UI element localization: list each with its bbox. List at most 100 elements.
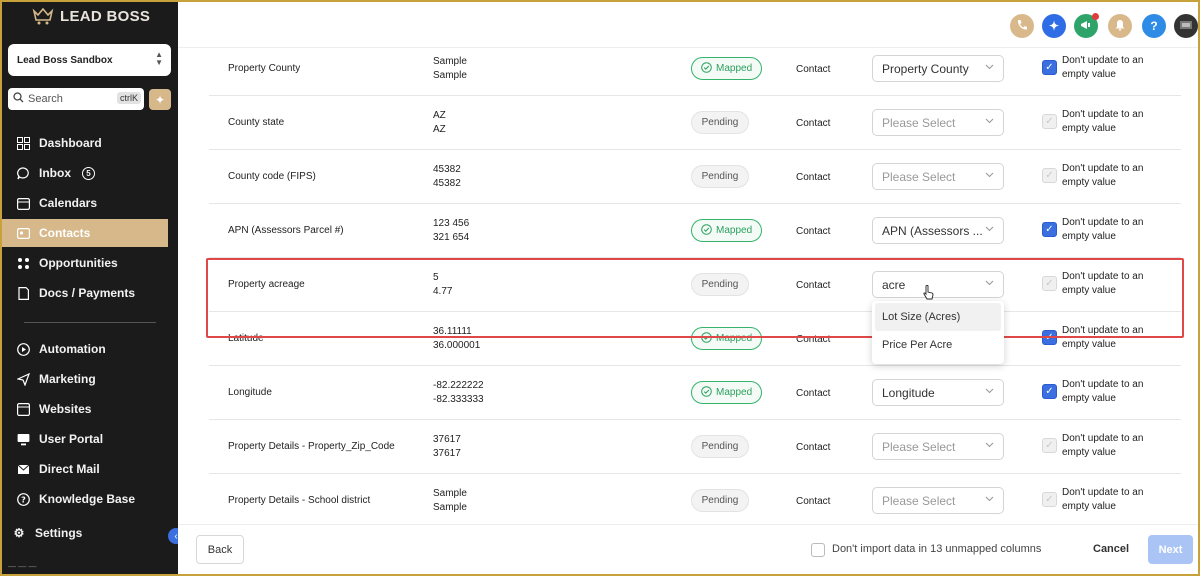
opportunities-icon (16, 256, 30, 270)
sample-values: 5 4.77 (433, 258, 452, 312)
field-select[interactable]: APN (Assessors ... (872, 217, 1004, 244)
skip-unmapped-checkbox[interactable] (811, 543, 825, 557)
nav-item-direct-mail[interactable]: Direct Mail (2, 455, 168, 483)
check-circle-icon (701, 331, 712, 346)
object-type: Contact (796, 279, 831, 291)
search-input[interactable]: Search ctrlK (8, 88, 144, 110)
cancel-button[interactable]: Cancel (1093, 543, 1129, 555)
nav-item-inbox[interactable]: Inbox 5 (2, 159, 168, 187)
app-logo[interactable]: LEAD BOSS (32, 6, 150, 26)
status-badge: Mapped (691, 381, 763, 404)
nav-item-websites[interactable]: Websites (2, 395, 168, 423)
check-icon: ✓ (1045, 440, 1054, 451)
sample-value: 123 456 (433, 218, 470, 229)
dont-update-checkbox[interactable]: ✓ (1042, 384, 1057, 399)
phone-button[interactable] (1010, 14, 1034, 38)
sample-value: Sample (433, 70, 467, 81)
nav-label: Marketing (39, 372, 96, 386)
field-select[interactable]: acre (872, 271, 1004, 298)
nav-item-calendars[interactable]: Calendars (2, 189, 168, 217)
dont-update-checkbox[interactable]: ✓ (1042, 114, 1057, 129)
object-type: Contact (796, 495, 831, 507)
dont-update-label: Don't update to an empty value (1062, 271, 1144, 296)
sample-value: 37617 (433, 448, 461, 459)
search-icon (13, 92, 24, 106)
status-label: Pending (701, 495, 739, 506)
sample-value: 4.77 (433, 286, 453, 297)
crown-cart-icon (32, 7, 54, 25)
dont-update-checkbox[interactable]: ✓ (1042, 330, 1057, 345)
check-circle-icon (701, 385, 712, 400)
nav-item-docs-payments[interactable]: Docs / Payments (2, 279, 168, 307)
sample-values: 45382 45382 (433, 150, 461, 204)
sample-value: AZ (433, 110, 446, 121)
sample-value: -82.333333 (433, 394, 484, 405)
field-select[interactable]: Please Select (872, 433, 1004, 460)
object-type: Contact (796, 117, 831, 129)
dont-update-checkbox[interactable]: ✓ (1042, 438, 1057, 453)
nav-divider (24, 322, 156, 323)
select-value: Longitude (882, 385, 935, 400)
sparkle-icon: ✦ (1048, 19, 1060, 33)
field-select[interactable]: Please Select (872, 487, 1004, 514)
sample-value: Sample (433, 502, 467, 513)
dropdown-option[interactable]: Lot Size (Acres) (875, 303, 1001, 331)
dont-update-checkbox[interactable]: ✓ (1042, 276, 1057, 291)
quick-action-button[interactable]: ✦ (149, 89, 171, 110)
chevron-down-icon (985, 170, 994, 181)
dont-update-checkbox[interactable]: ✓ (1042, 492, 1057, 507)
chevron-down-icon (985, 440, 994, 451)
nav-item-contacts[interactable]: Contacts (2, 219, 168, 247)
status-badge: Pending (691, 165, 749, 188)
chevron-down-icon (985, 62, 994, 73)
sidebar-footer-mark: — — — (8, 562, 37, 571)
nav-label: Automation (39, 342, 106, 356)
sample-value: 45382 (433, 178, 461, 189)
skip-unmapped-label: Don't import data in 13 unmapped columns (832, 543, 1042, 555)
back-button[interactable]: Back (196, 535, 244, 564)
next-button[interactable]: Next (1148, 535, 1193, 564)
dont-update-label: Don't update to an empty value (1062, 325, 1144, 350)
field-select[interactable]: Please Select (872, 163, 1004, 190)
nav-item-marketing[interactable]: Marketing (2, 365, 168, 393)
notifications-button[interactable] (1108, 14, 1132, 38)
avatar[interactable] (1174, 14, 1198, 38)
table-row: Property Details - Property_Zip_Code 3761… (209, 420, 1181, 474)
field-name: APN (Assessors Parcel #) (228, 225, 344, 236)
search-placeholder: Search (28, 93, 63, 105)
ai-assistant-button[interactable]: ✦ (1042, 14, 1066, 38)
nav-item-opportunities[interactable]: Opportunities (2, 249, 168, 277)
object-type: Contact (796, 225, 831, 237)
check-circle-icon (701, 61, 712, 76)
check-icon: ✓ (1045, 386, 1054, 397)
check-icon: ✓ (1045, 224, 1054, 235)
nav-label: Direct Mail (39, 462, 100, 476)
field-select[interactable]: Longitude (872, 379, 1004, 406)
dont-update-checkbox[interactable]: ✓ (1042, 60, 1057, 75)
nav-item-settings[interactable]: ⚙ Settings (2, 519, 168, 547)
account-name: Lead Boss Sandbox (17, 54, 113, 66)
help-button[interactable]: ? (1142, 14, 1166, 38)
nav-label: Settings (35, 526, 83, 540)
dropdown-option[interactable]: Price Per Acre (872, 331, 1004, 359)
field-select[interactable]: Property County (872, 55, 1004, 82)
table-row: County code (FIPS) 45382 45382 Pending Conta… (209, 150, 1181, 204)
phone-icon (1016, 19, 1028, 34)
announcements-button[interactable] (1074, 13, 1099, 38)
nav-item-dashboard[interactable]: Dashboard (2, 129, 168, 157)
table-row: APN (Assessors Parcel #) 123 456 321 654 Ma… (209, 204, 1181, 258)
select-value: Property County (882, 61, 969, 76)
nav-item-automation[interactable]: Automation (2, 335, 168, 363)
nav-label: Contacts (39, 226, 91, 240)
check-circle-icon (701, 223, 712, 238)
nav-item-knowledge-base[interactable]: ? Knowledge Base (2, 485, 168, 513)
dont-update-checkbox[interactable]: ✓ (1042, 168, 1057, 183)
svg-text:?: ? (21, 495, 26, 504)
avatar-image (1178, 17, 1194, 36)
select-value: Please Select (882, 439, 956, 454)
table-row: Property Details - School district Sample… (209, 474, 1181, 522)
account-switcher[interactable]: Lead Boss Sandbox ▲ ▼ (8, 44, 171, 76)
dont-update-checkbox[interactable]: ✓ (1042, 222, 1057, 237)
field-select[interactable]: Please Select (872, 109, 1004, 136)
nav-item-user-portal[interactable]: User Portal (2, 425, 168, 453)
